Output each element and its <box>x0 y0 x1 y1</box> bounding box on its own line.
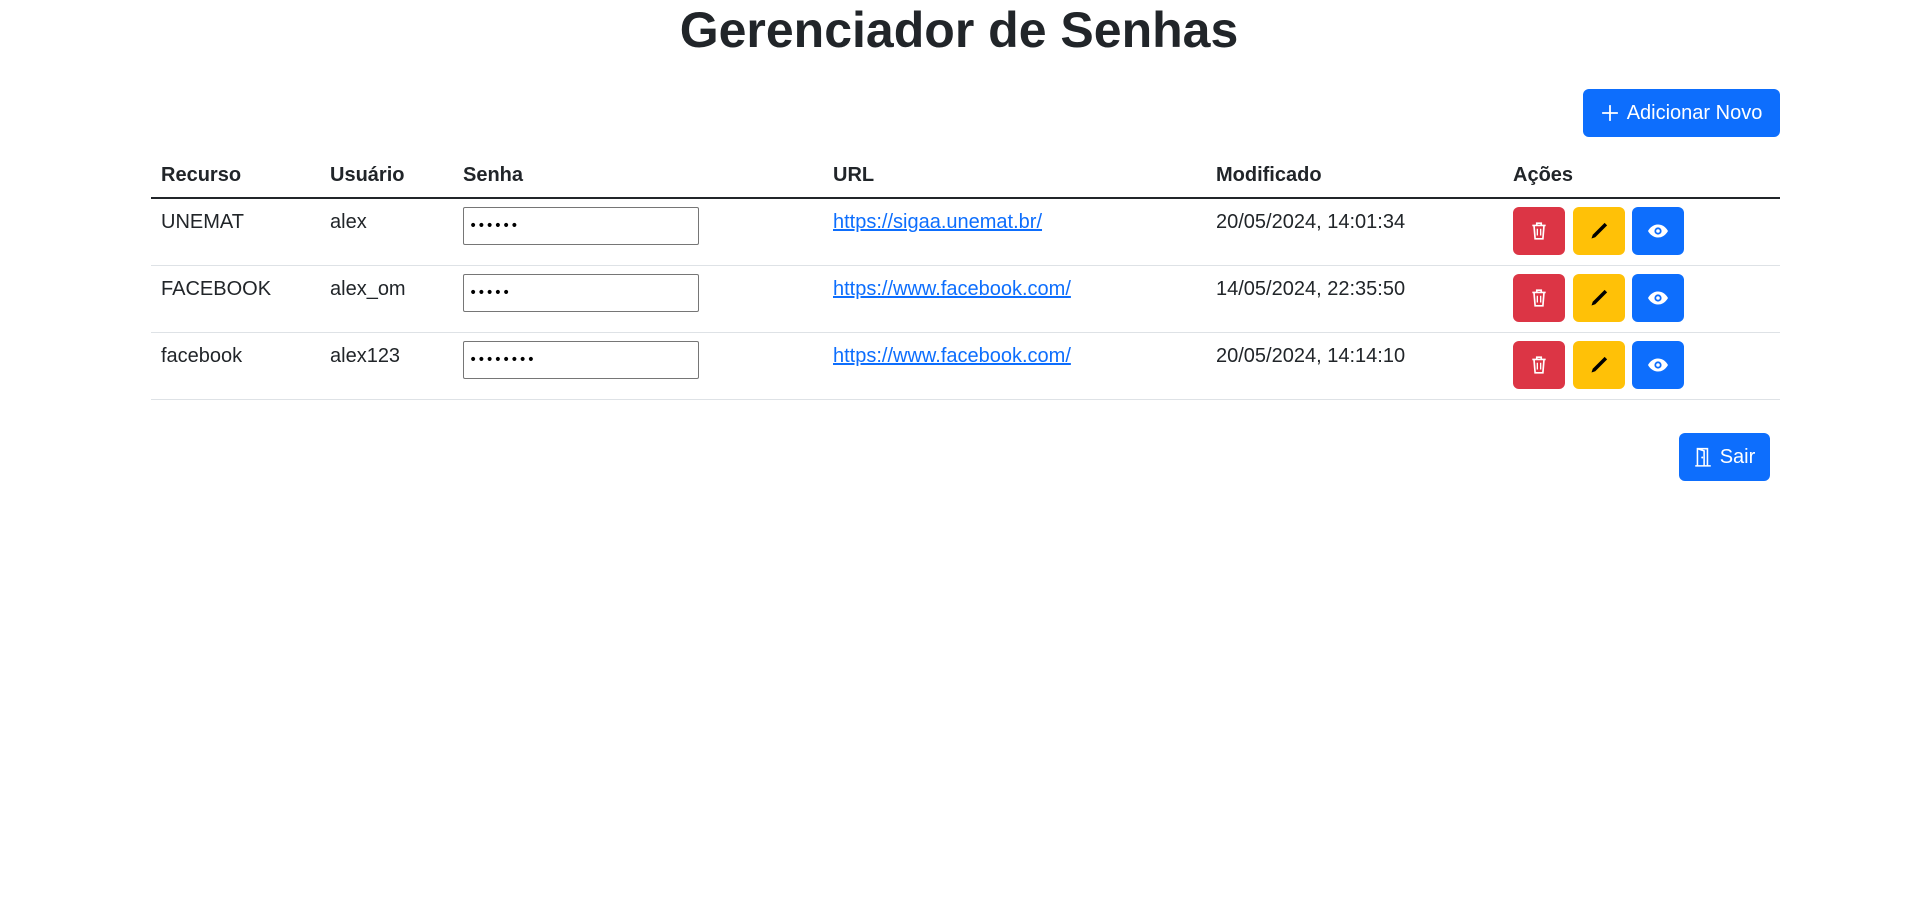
password-field[interactable] <box>463 273 699 312</box>
cell-url: https://sigaa.unemat.br/ <box>823 198 1206 266</box>
cell-modified: 20/05/2024, 14:14:10 <box>1206 332 1503 400</box>
trash-icon <box>1530 288 1548 308</box>
eye-icon <box>1647 290 1669 306</box>
cell-resource: UNEMAT <box>151 198 320 266</box>
url-link[interactable]: https://sigaa.unemat.br/ <box>833 211 1042 233</box>
table-header-row: Recurso Usuário Senha URL Modificado Açõ… <box>151 153 1780 199</box>
header-password: Senha <box>453 153 823 199</box>
cell-user: alex_om <box>320 265 453 333</box>
cell-user: alex123 <box>320 332 453 400</box>
pencil-icon <box>1589 221 1609 241</box>
pencil-icon <box>1589 288 1609 308</box>
cell-password <box>453 265 823 333</box>
url-link[interactable]: https://www.facebook.com/ <box>833 345 1071 367</box>
view-button[interactable] <box>1632 207 1685 255</box>
header-modified: Modificado <box>1206 153 1503 199</box>
delete-button[interactable] <box>1513 207 1565 255</box>
cell-actions <box>1503 332 1780 400</box>
header-actions: Ações <box>1503 153 1780 199</box>
cell-modified: 14/05/2024, 22:35:50 <box>1206 265 1503 333</box>
cell-password <box>453 332 823 400</box>
eye-icon <box>1647 223 1669 239</box>
plus-icon <box>1601 104 1619 122</box>
view-button[interactable] <box>1632 340 1685 389</box>
add-new-button[interactable]: Adicionar Novo <box>1583 89 1780 137</box>
exit-label: Sair <box>1719 445 1756 468</box>
password-field[interactable] <box>463 340 699 379</box>
exit-button[interactable]: Sair <box>1679 433 1770 481</box>
passwords-table: Recurso Usuário Senha URL Modificado Açõ… <box>151 153 1780 400</box>
url-link[interactable]: https://www.facebook.com/ <box>833 278 1071 300</box>
page-title: Gerenciador de Senhas <box>679 2 1239 58</box>
cell-user: alex <box>320 198 453 266</box>
table-row: FACEBOOK alex_om https://www.facebook.co… <box>151 265 1780 333</box>
cell-resource: FACEBOOK <box>151 265 320 333</box>
eye-icon <box>1647 357 1669 373</box>
cell-password <box>453 198 823 266</box>
delete-button[interactable] <box>1513 273 1565 322</box>
add-new-label: Adicionar Novo <box>1626 101 1763 124</box>
cell-actions <box>1503 198 1780 266</box>
header-resource: Recurso <box>151 153 320 199</box>
cell-url: https://www.facebook.com/ <box>823 332 1206 400</box>
cell-actions <box>1503 265 1780 333</box>
trash-icon <box>1530 355 1548 375</box>
table-row: UNEMAT alex https://sigaa.unemat.br/ 20/… <box>151 198 1780 266</box>
header-url: URL <box>823 153 1206 199</box>
pencil-icon <box>1589 355 1609 375</box>
edit-button[interactable] <box>1572 340 1625 389</box>
view-button[interactable] <box>1632 273 1685 322</box>
cell-modified: 20/05/2024, 14:01:34 <box>1206 198 1503 266</box>
door-icon <box>1694 447 1712 467</box>
trash-icon <box>1530 221 1548 241</box>
header-user: Usuário <box>320 153 453 199</box>
edit-button[interactable] <box>1572 207 1625 255</box>
password-field[interactable] <box>463 207 699 245</box>
cell-resource: facebook <box>151 332 320 400</box>
delete-button[interactable] <box>1513 340 1565 389</box>
table-row: facebook alex123 https://www.facebook.co… <box>151 332 1780 400</box>
cell-url: https://www.facebook.com/ <box>823 265 1206 333</box>
edit-button[interactable] <box>1572 273 1625 322</box>
